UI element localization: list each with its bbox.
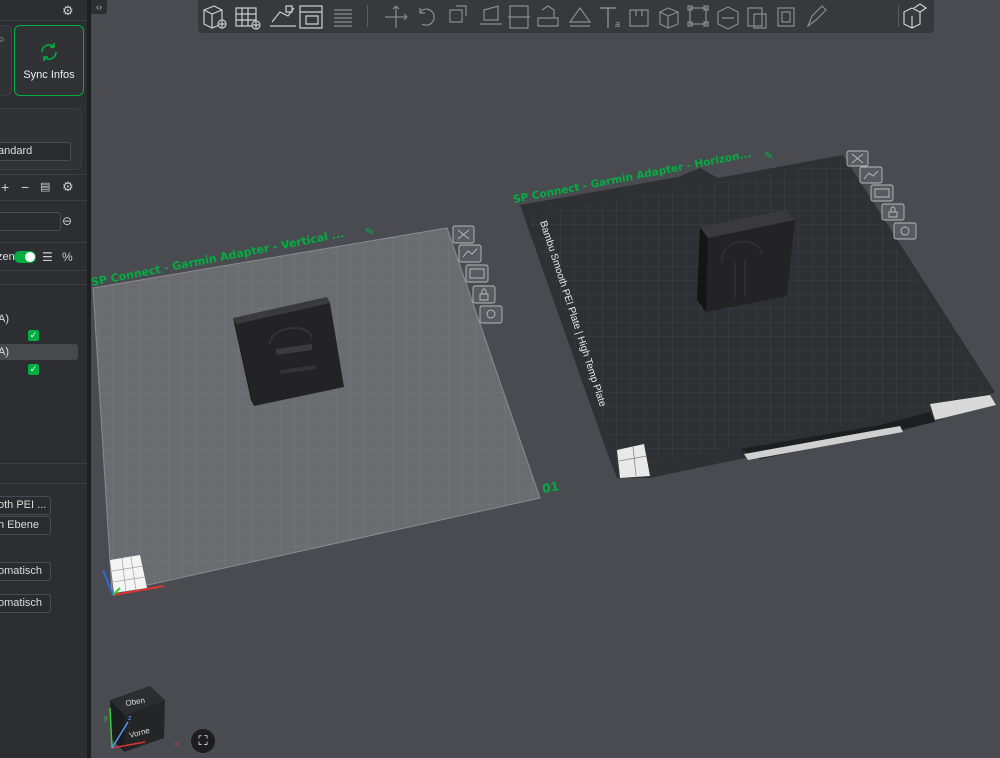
object-1-checkbox[interactable]: ✓	[28, 330, 39, 341]
plate-2-lock-icon[interactable]	[881, 203, 905, 221]
plate-type-option[interactable]: oth PEI ...	[0, 496, 51, 515]
object-item-2-row[interactable]: A)	[0, 344, 78, 360]
object-item-1[interactable]: A)	[0, 313, 9, 325]
objects-toggle[interactable]	[14, 251, 36, 263]
toggle-label: zen	[0, 251, 15, 263]
auto-option-2[interactable]: omatisch	[0, 594, 51, 613]
search-input[interactable]	[0, 212, 61, 231]
nav-cube[interactable]: Oben Vorne y z x	[104, 686, 179, 752]
printer-card[interactable]: ○ .	[0, 25, 12, 96]
plate-2-orient-icon[interactable]	[870, 184, 894, 202]
add-icon[interactable]: +	[1, 180, 9, 194]
plate-2-arrange-icon[interactable]	[859, 166, 883, 184]
plate-1-edit-icon[interactable]: ✎	[364, 225, 375, 239]
sync-icon	[41, 42, 57, 61]
plate-1[interactable]	[92, 227, 541, 594]
remove-icon[interactable]: −	[21, 180, 29, 194]
edit-icon: ○	[0, 34, 5, 44]
plate-2-delete-icon[interactable]	[846, 150, 869, 167]
collapse-icon[interactable]: ⊖	[62, 214, 72, 228]
filament-settings-icon[interactable]: ⚙	[62, 180, 74, 194]
list-icon[interactable]: ☰	[42, 250, 53, 264]
plate-1-arrange-icon[interactable]	[458, 244, 482, 263]
sync-infos-button[interactable]: Sync Infos	[14, 25, 84, 96]
svg-text:z: z	[128, 715, 132, 722]
settings-gear-icon[interactable]: ⚙	[62, 4, 74, 18]
auto-option-1[interactable]: omatisch	[0, 562, 51, 581]
plate-2[interactable]	[520, 155, 996, 478]
percent-icon[interactable]: %	[62, 250, 73, 264]
sync-infos-label: Sync Infos	[23, 68, 75, 81]
left-panel: ⚙ ○ . Sync Infos andard + − ▤ ⚙ ⊖ zen ☰ …	[0, 0, 87, 758]
plate-2-settings-icon[interactable]	[893, 222, 917, 240]
object-2-checkbox[interactable]: ✓	[28, 364, 39, 375]
collapse-panel-icon[interactable]: ‹›	[91, 0, 107, 14]
first-layer-option[interactable]: h Ebene	[0, 516, 51, 535]
printer-settings-icon[interactable]: ▤	[40, 180, 50, 194]
plate-1-delete-icon[interactable]	[452, 225, 475, 244]
plate-2-edit-icon[interactable]: ✎	[763, 149, 774, 163]
object-item-2: A)	[0, 346, 9, 358]
svg-text:x: x	[175, 741, 179, 748]
zoom-fit-icon[interactable]: ⛶	[191, 729, 215, 753]
svg-text:y: y	[104, 715, 108, 722]
plate-1-orient-icon[interactable]	[465, 264, 489, 283]
plate-1-number: 01	[541, 479, 560, 496]
object-2[interactable]	[697, 210, 795, 312]
plate-type-select[interactable]: andard	[0, 142, 71, 161]
plate-1-settings-icon[interactable]	[479, 305, 503, 324]
plate-1-lock-icon[interactable]	[472, 285, 496, 304]
3d-viewport[interactable]: SP Connect - Garmin Adapter - Vertical .…	[91, 14, 1000, 758]
